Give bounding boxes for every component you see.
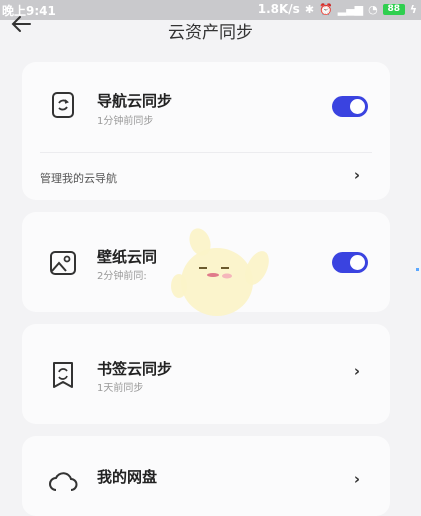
manage-cloud-nav-label: 管理我的云导航: [40, 172, 117, 185]
nav-sync-subtitle: 1分钟前同步: [97, 116, 154, 127]
bookmark-sync-icon: [53, 362, 73, 388]
header: 云资产同步: [0, 8, 421, 48]
bookmark-sync-card[interactable]: 书签云同步 1天前同步 ›: [22, 324, 390, 424]
nav-sync-toggle[interactable]: [332, 96, 368, 117]
nav-sync-row: 导航云同步 1分钟前同步: [22, 62, 390, 148]
bookmark-sync-title: 书签云同步: [97, 360, 173, 378]
my-disk-card[interactable]: 我的网盘 ›: [22, 436, 390, 516]
nav-sync-card: 导航云同步 1分钟前同步 管理我的云导航 ›: [22, 62, 390, 200]
divider: [40, 152, 372, 153]
bookmark-sync-subtitle: 1天前同步: [97, 383, 144, 394]
cloud-icon: [49, 472, 78, 491]
my-disk-title: 我的网盘: [97, 468, 158, 486]
chevron-right-icon: ›: [353, 362, 360, 380]
page-title: 云资产同步: [168, 23, 253, 43]
phone-sync-icon: [52, 92, 74, 118]
image-icon: [50, 251, 76, 275]
chevron-right-icon: ›: [353, 166, 360, 184]
wallpaper-sync-subtitle: 2分钟前同:: [97, 271, 147, 282]
mascot-sticker: [171, 228, 269, 316]
wallpaper-sync-title: 壁纸云同: [97, 248, 158, 266]
manage-cloud-nav-row[interactable]: 管理我的云导航 ›: [22, 158, 390, 194]
nav-sync-title: 导航云同步: [97, 92, 173, 110]
wallpaper-sync-toggle[interactable]: [332, 252, 368, 273]
edge-indicator: [416, 268, 419, 271]
chevron-right-icon: ›: [353, 470, 360, 488]
